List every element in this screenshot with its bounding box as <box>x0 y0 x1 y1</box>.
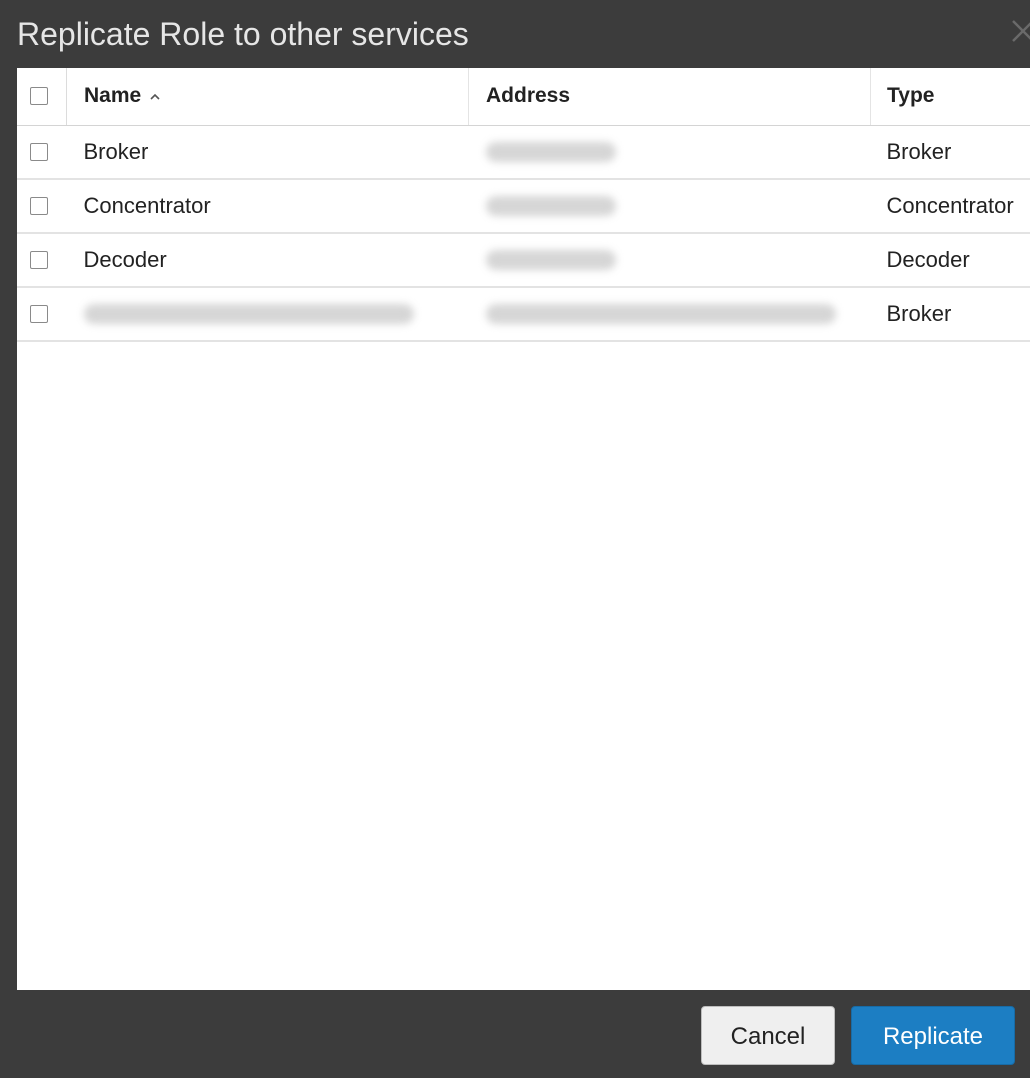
row-checkbox[interactable] <box>30 305 48 323</box>
redacted-address <box>485 196 616 216</box>
row-checkbox-cell <box>17 287 67 342</box>
column-header-type-label: Type <box>887 84 935 108</box>
row-address-cell <box>468 287 871 342</box>
services-table: Name Address Type Broker Broker Concentr… <box>17 68 1030 342</box>
row-type: Broker <box>886 138 952 164</box>
row-name-cell: Decoder <box>66 233 469 288</box>
row-name: Decoder <box>83 247 167 272</box>
replicate-role-dialog: Replicate Role to other services Name Ad… <box>0 0 1030 1078</box>
table-row[interactable]: Decoder Decoder <box>17 233 1030 288</box>
row-name-cell <box>66 287 469 342</box>
table-row[interactable]: Concentrator Concentrator <box>17 179 1030 234</box>
services-grid-panel: Name Address Type Broker Broker Concentr… <box>17 68 1030 990</box>
row-type-cell: Broker <box>870 287 1030 342</box>
row-checkbox-cell <box>17 125 67 180</box>
select-all-checkbox[interactable] <box>30 87 48 106</box>
dialog-footer: Cancel Replicate <box>0 990 1030 1078</box>
chevron-up-icon <box>149 84 161 108</box>
row-type-cell: Decoder <box>870 233 1030 288</box>
close-icon[interactable] <box>1010 18 1030 48</box>
row-type-cell: Concentrator <box>870 179 1030 234</box>
row-address-cell <box>468 125 871 180</box>
replicate-button[interactable]: Replicate <box>851 1006 1015 1065</box>
row-type-cell: Broker <box>870 125 1030 180</box>
cancel-button[interactable]: Cancel <box>701 1006 835 1065</box>
dialog-title: Replicate Role to other services <box>17 16 469 52</box>
table-header-row: Name Address Type <box>17 68 1030 126</box>
column-header-name-label: Name <box>84 84 142 108</box>
table-row[interactable]: Broker Broker <box>17 125 1030 180</box>
dialog-titlebar: Replicate Role to other services <box>0 0 1030 68</box>
row-name: Concentrator <box>83 193 211 218</box>
redacted-address <box>485 250 616 270</box>
table-body: Broker Broker Concentrator Concentrator … <box>17 125 1030 342</box>
header-select-all-cell <box>17 68 67 126</box>
row-checkbox-cell <box>17 233 67 288</box>
redacted-address <box>485 141 616 162</box>
row-checkbox-cell <box>17 179 67 234</box>
column-header-address-label: Address <box>486 84 571 108</box>
row-type: Broker <box>886 301 952 326</box>
row-type: Concentrator <box>886 193 1014 218</box>
column-header-name[interactable]: Name <box>66 68 469 126</box>
redacted-name <box>83 304 414 324</box>
row-name-cell: Concentrator <box>66 179 469 234</box>
column-header-type[interactable]: Type <box>870 68 1030 126</box>
row-checkbox[interactable] <box>30 142 48 161</box>
row-checkbox[interactable] <box>30 197 48 215</box>
row-type: Decoder <box>886 247 970 272</box>
table-row[interactable]: Broker <box>17 287 1030 342</box>
row-checkbox[interactable] <box>30 251 48 269</box>
row-name-cell: Broker <box>66 125 469 180</box>
row-name: Broker <box>83 138 149 164</box>
column-header-address[interactable]: Address <box>468 68 871 126</box>
row-address-cell <box>468 179 871 234</box>
row-address-cell <box>468 233 871 288</box>
redacted-address <box>485 304 836 324</box>
